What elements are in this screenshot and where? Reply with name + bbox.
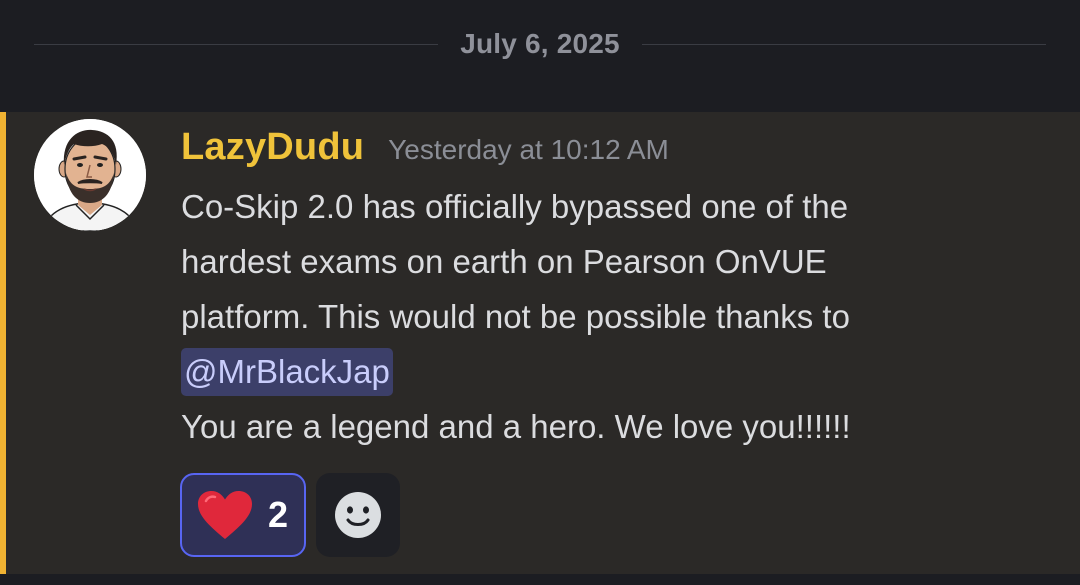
date-divider: July 6, 2025 (34, 22, 1047, 66)
mention-highlight-bar (0, 112, 6, 574)
avatar-illustration (34, 119, 146, 231)
smiley-add-reaction-icon (335, 492, 381, 538)
date-divider-label: July 6, 2025 (460, 28, 620, 59)
message-text-line: You are a legend and a hero. We love you… (181, 408, 851, 445)
message-text-line: platform. This would not be possible tha… (181, 298, 850, 335)
add-reaction-button[interactable] (316, 473, 400, 557)
avatar[interactable] (34, 119, 146, 231)
heart-reaction-button[interactable]: 2 (180, 473, 306, 557)
reactions-bar: 2 (180, 473, 400, 557)
message-text-line: hardest exams on earth on Pearson OnVUE (181, 243, 827, 280)
user-mention[interactable]: @MrBlackJap (181, 348, 393, 396)
mention-line: @MrBlackJap (181, 344, 1041, 399)
divider-line-right (641, 43, 1047, 45)
message-text-line: Co-Skip 2.0 has officially bypassed one … (181, 188, 849, 225)
message-timestamp: Yesterday at 10:12 AM (388, 134, 669, 165)
message-content: Co-Skip 2.0 has officially bypassed one … (181, 179, 1041, 454)
reaction-count: 2 (268, 494, 289, 535)
divider-line-left (34, 43, 439, 45)
username[interactable]: LazyDudu (181, 126, 364, 169)
message-header: LazyDudu Yesterday at 10:12 AM (181, 126, 669, 176)
heart-icon (198, 491, 252, 539)
